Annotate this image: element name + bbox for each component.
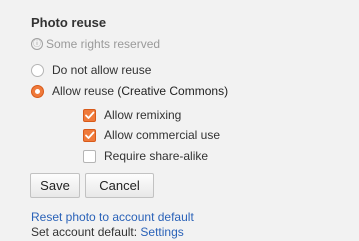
photo-reuse-panel: Photo reuse ⓘ Some rights reserved Do no… <box>0 0 359 241</box>
save-button[interactable]: Save <box>30 173 80 198</box>
checkbox-label: Allow remixing <box>104 108 182 122</box>
settings-link[interactable]: Settings <box>140 225 183 239</box>
reset-to-default-link[interactable]: Reset photo to account default <box>31 210 194 224</box>
checkbox-allow-remixing[interactable]: Allow remixing <box>83 108 181 122</box>
radio-do-not-allow-reuse[interactable]: Do not allow reuse <box>31 63 151 77</box>
cc-circle-icon: ⓘ <box>31 38 43 50</box>
checkbox-checked[interactable] <box>83 108 96 122</box>
checkmark-icon <box>85 131 95 139</box>
radio-label: Do not allow reuse <box>52 63 152 77</box>
radio-button-unchecked[interactable] <box>31 63 44 77</box>
radio-button-checked[interactable] <box>31 84 44 98</box>
checkbox-allow-commercial-use[interactable]: Allow commercial use <box>83 128 220 142</box>
checkbox-label: Require share-alike <box>104 149 209 163</box>
account-default-prefix: Set account default: <box>31 225 141 239</box>
radio-label-prefix: Allow reuse <box>52 84 118 98</box>
radio-dot <box>35 88 40 94</box>
radio-label: Allow reuse (Creative Commons) <box>52 84 228 98</box>
checkbox-label: Allow commercial use <box>104 128 221 142</box>
checkbox-checked[interactable] <box>83 128 96 142</box>
section-title: Photo reuse <box>31 15 107 30</box>
checkbox-unchecked[interactable] <box>83 149 96 163</box>
radio-label-strong: (Creative Commons) <box>117 84 229 98</box>
account-default-line: Set account default: Settings <box>31 225 184 239</box>
rights-status: ⓘ Some rights reserved <box>31 37 160 51</box>
cancel-button[interactable]: Cancel <box>85 173 154 198</box>
radio-allow-reuse[interactable]: Allow reuse (Creative Commons) <box>31 84 228 98</box>
rights-text: Some rights reserved <box>46 37 161 51</box>
checkmark-icon <box>85 111 95 119</box>
checkbox-require-share-alike[interactable]: Require share-alike <box>83 149 208 163</box>
